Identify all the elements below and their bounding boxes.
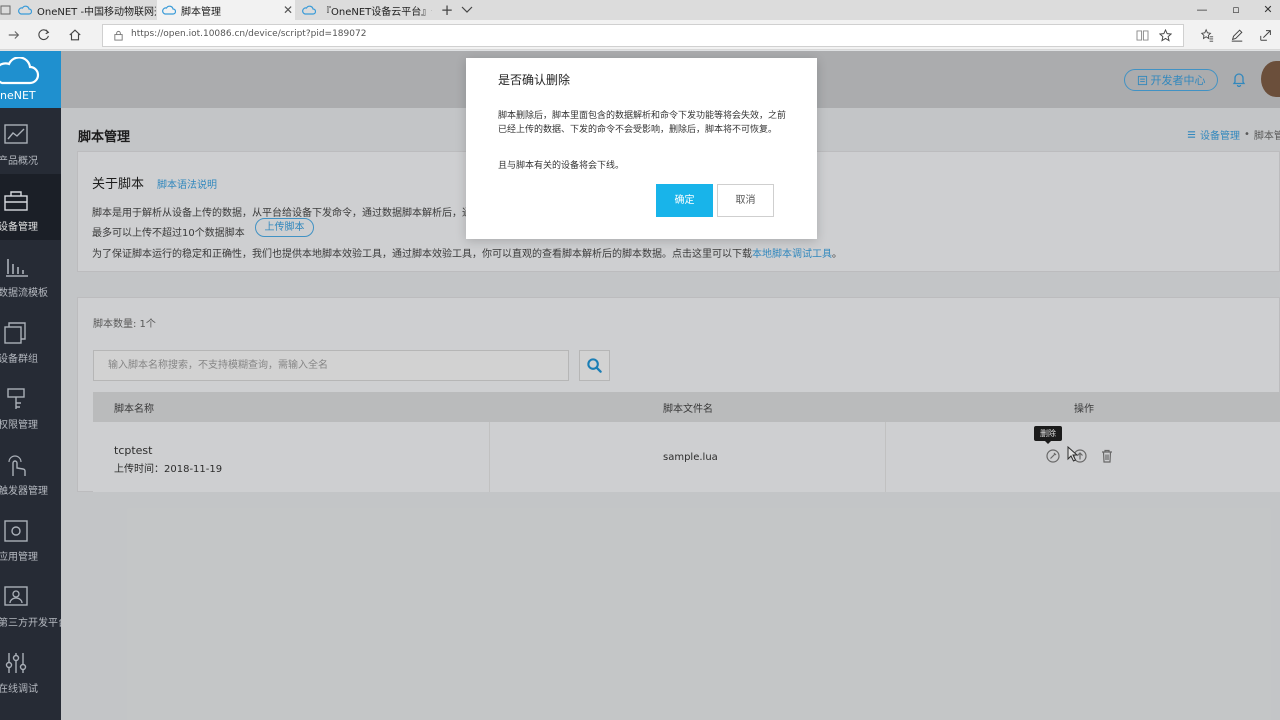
cancel-button[interactable]: 取消 — [717, 184, 774, 217]
sidebar-item-device-group[interactable]: 设备群组 — [0, 306, 61, 372]
sidebar-item-label: 数据流模板 — [0, 288, 48, 299]
group-icon — [4, 322, 26, 344]
home-icon[interactable] — [66, 26, 84, 44]
address-bar: https://open.iot.10086.cn/device/script?… — [0, 20, 1280, 50]
browser-tab-onenet-cloud[interactable]: 『OneNET设备云平台』云 — [297, 0, 432, 20]
close-window-button[interactable]: ✕ — [1252, 0, 1280, 20]
sidebar-item-label: 在线调试 — [0, 684, 38, 695]
share-icon[interactable] — [1258, 27, 1274, 43]
star-favorite-icon[interactable] — [1159, 29, 1172, 42]
new-tab-button[interactable]: + — [437, 0, 457, 20]
sidebar-item-permission[interactable]: 权限管理 — [0, 372, 61, 438]
refresh-icon[interactable] — [35, 26, 53, 44]
trigger-icon — [8, 455, 26, 476]
logo-text: neNET — [0, 89, 36, 102]
chart-icon — [4, 124, 28, 144]
url-text: https://open.iot.10086.cn/device/script?… — [131, 29, 367, 39]
forward-icon[interactable] — [5, 26, 23, 44]
sidebar: neNET 产品概况 设备管理 数据流模板 设备群组 权限管理 触发器管理 应用… — [0, 51, 68, 720]
close-tab-icon[interactable]: ✕ — [281, 3, 295, 17]
device-icon — [4, 191, 28, 211]
sidebar-item-label: 第三方开发平台 — [0, 618, 68, 629]
sidebar-item-label: 应用管理 — [0, 552, 38, 563]
sidebar-item-datastream-template[interactable]: 数据流模板 — [0, 240, 61, 306]
onenet-logo[interactable]: neNET — [0, 51, 61, 108]
chevron-down-icon[interactable] — [460, 4, 474, 16]
sidebar-item-trigger[interactable]: 触发器管理 — [0, 438, 61, 504]
sidebar-item-label: 触发器管理 — [0, 486, 48, 497]
cloud-icon — [162, 5, 176, 15]
browser-tab-script-manage[interactable]: 脚本管理 ✕ — [157, 0, 295, 20]
sidebar-item-device-manage[interactable]: 设备管理 — [0, 174, 61, 240]
sidebar-item-label: 设备群组 — [0, 354, 38, 365]
tab-title: 『OneNET设备云平台』云 — [321, 6, 432, 18]
url-field[interactable]: https://open.iot.10086.cn/device/script?… — [102, 24, 1184, 47]
sidebar-item-online-debug[interactable]: 在线调试 — [0, 636, 61, 702]
sidebar-item-third-party[interactable]: 第三方开发平台 — [0, 570, 68, 636]
tab-page-icon — [0, 5, 11, 15]
sidebar-item-app[interactable]: 应用管理 — [0, 504, 61, 570]
dialog-message: 脚本删除后，脚本里面包含的数据解析和命令下发功能等将会失效，之前已经上传的数据、… — [498, 111, 787, 135]
app-icon — [4, 520, 28, 542]
reading-view-icon[interactable] — [1136, 30, 1149, 41]
sidebar-item-label: 设备管理 — [0, 222, 38, 233]
browser-tab-partial[interactable] — [0, 0, 12, 20]
sidebar-item-label: 产品概况 — [0, 156, 38, 167]
sidebar-item-product-overview[interactable]: 产品概况 — [0, 108, 61, 174]
key-icon — [7, 388, 25, 409]
cloud-logo-icon — [0, 57, 40, 85]
browser-tab-onenet[interactable]: OneNET -中国移动物联网开 — [13, 0, 156, 20]
pen-notes-icon[interactable] — [1229, 27, 1245, 43]
browser-tab-bar: OneNET -中国移动物联网开 脚本管理 ✕ 『OneNET设备云平台』云 +… — [0, 0, 1280, 20]
restore-button[interactable]: ▫ — [1220, 0, 1252, 20]
favorites-hub-icon[interactable] — [1199, 27, 1215, 43]
cloud-icon — [302, 5, 316, 15]
confirm-delete-dialog: 是否确认删除 脚本删除后，脚本里面包含的数据解析和命令下发功能等将会失效，之前已… — [466, 58, 817, 239]
debug-icon — [5, 653, 27, 673]
confirm-button[interactable]: 确定 — [656, 184, 713, 217]
bar-chart-icon — [6, 259, 28, 277]
platform-icon — [4, 586, 28, 606]
minimize-button[interactable]: — — [1186, 0, 1218, 20]
lock-icon — [114, 30, 123, 41]
sidebar-item-label: 权限管理 — [0, 420, 38, 431]
tab-title: OneNET -中国移动物联网开 — [37, 6, 156, 18]
dialog-warning: 且与脚本有关的设备将会下线。 — [498, 161, 625, 171]
tab-title: 脚本管理 — [181, 6, 221, 18]
dialog-title: 是否确认删除 — [498, 73, 571, 87]
cloud-icon — [18, 5, 32, 15]
